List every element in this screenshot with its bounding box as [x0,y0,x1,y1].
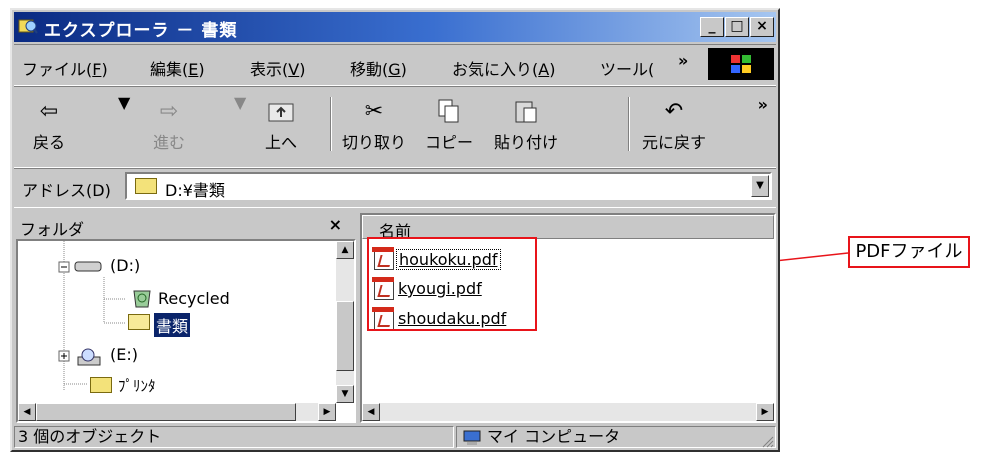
toolbar-overflow-chevron[interactable]: » [758,95,768,114]
copy-button[interactable]: コピー [418,93,480,157]
forward-arrow-icon: ⇨ [159,98,179,124]
tree-item-documents[interactable]: 書類 [154,313,191,337]
menu-bar: ファイル(F) 編集(E) 表示(V) 移動(G) お気に入り(A) ツール( … [14,44,776,86]
status-bar: 3 個のオブジェクト マイ コンピュータ [14,424,776,450]
copy-icon [435,97,463,125]
folder-vertical-scrollbar[interactable]: ▲ ▼ [336,241,354,403]
cd-drive-icon [77,348,101,366]
folder-tree: (D:) Recycled 書類 (E:) ﾌﾟﾘﾝﾀ ▲ ▼ ◀ ▶ [16,239,356,423]
folder-pane-close-icon[interactable]: × [329,215,342,234]
back-dropdown-icon[interactable]: ▼ [118,93,130,157]
file-horizontal-scrollbar[interactable]: ◀ ▶ [362,403,774,421]
cut-button[interactable]: ✂ 切り取り [336,93,412,157]
tree-item-drive-d[interactable]: (D:) [110,256,140,275]
callout-label: PDFファイル [848,236,970,268]
undo-button[interactable]: ↶ 元に戻す [632,93,716,157]
up-button[interactable]: 上へ [250,93,312,157]
menu-edit[interactable]: 編集(E) [150,56,205,80]
tree-item-drive-e[interactable]: (E:) [110,345,138,364]
menu-file[interactable]: ファイル(F) [22,56,108,80]
menu-view[interactable]: 表示(V) [250,56,305,80]
toolbar-separator [330,97,332,151]
back-button[interactable]: ⇦ 戻る [18,93,80,157]
status-object-count: 3 個のオブジェクト [14,426,454,448]
menu-overflow-chevron[interactable]: » [678,51,688,70]
forward-dropdown-icon[interactable]: ▼ [234,93,246,157]
scissors-icon: ✂ [364,98,384,124]
scroll-up-icon[interactable]: ▲ [336,241,354,259]
tree-item-printers[interactable]: ﾌﾟﾘﾝﾀ [118,375,156,396]
menu-tools[interactable]: ツール( [600,56,654,80]
back-arrow-icon: ⇦ [39,98,59,124]
windows-logo [708,48,774,80]
undo-icon: ↶ [664,98,684,124]
clipboard-icon [512,97,540,125]
drive-icon [74,261,102,272]
scroll-down-icon[interactable]: ▼ [336,385,354,403]
scroll-right-icon[interactable]: ▶ [318,403,336,421]
title-bar[interactable]: エクスプローラ － 書類 _ □ × [14,12,776,42]
computer-icon [463,430,481,445]
toolbar-separator [628,97,630,151]
tree-item-recycled[interactable]: Recycled [158,289,230,308]
resize-grip-icon[interactable] [760,434,774,448]
close-button[interactable]: × [750,17,774,37]
folder-icon [135,178,157,194]
address-bar: アドレス(D) D:¥書類 ▼ [14,168,776,208]
minimize-button[interactable]: _ [700,17,724,37]
pdf-highlight-box [367,237,537,331]
h-scroll-thumb[interactable] [36,403,296,421]
address-dropdown-button[interactable]: ▼ [751,175,769,197]
explorer-window: エクスプローラ － 書類 _ □ × ファイル(F) 編集(E) 表示(V) 移… [10,8,780,452]
menu-go[interactable]: 移動(G) [350,56,407,80]
up-folder-icon [267,97,295,125]
forward-button[interactable]: ⇨ 進む [138,93,200,157]
scroll-right-icon[interactable]: ▶ [756,403,774,421]
paste-button[interactable]: 貼り付け [484,93,568,157]
folder-horizontal-scrollbar[interactable]: ◀ ▶ [18,403,336,421]
open-folder-icon [128,314,150,330]
recycle-bin-icon [133,290,151,308]
scroll-thumb[interactable] [336,301,354,371]
maximize-button[interactable]: □ [725,17,749,37]
folder-pane-header: フォルダ × [16,213,348,239]
folder-pane-title: フォルダ [20,220,85,239]
address-input[interactable]: D:¥書類 ▼ [125,172,772,200]
explorer-icon [18,19,38,34]
scroll-left-icon[interactable]: ◀ [362,403,380,421]
window-title: エクスプローラ － 書類 [44,21,238,41]
column-header-name[interactable]: 名前 [362,215,774,241]
menu-favorites[interactable]: お気に入り(A) [452,56,555,80]
printer-folder-icon [90,377,112,393]
status-location: マイ コンピュータ [456,426,776,448]
windows-flag-icon [731,55,751,73]
scroll-left-icon[interactable]: ◀ [18,403,36,421]
address-label: アドレス(D) [22,181,111,200]
toolbar: ⇦ 戻る ▼ ⇨ 進む ▼ 上へ ✂ 切り取り コピー 貼り付け ↶ 元に戻す … [14,86,776,168]
